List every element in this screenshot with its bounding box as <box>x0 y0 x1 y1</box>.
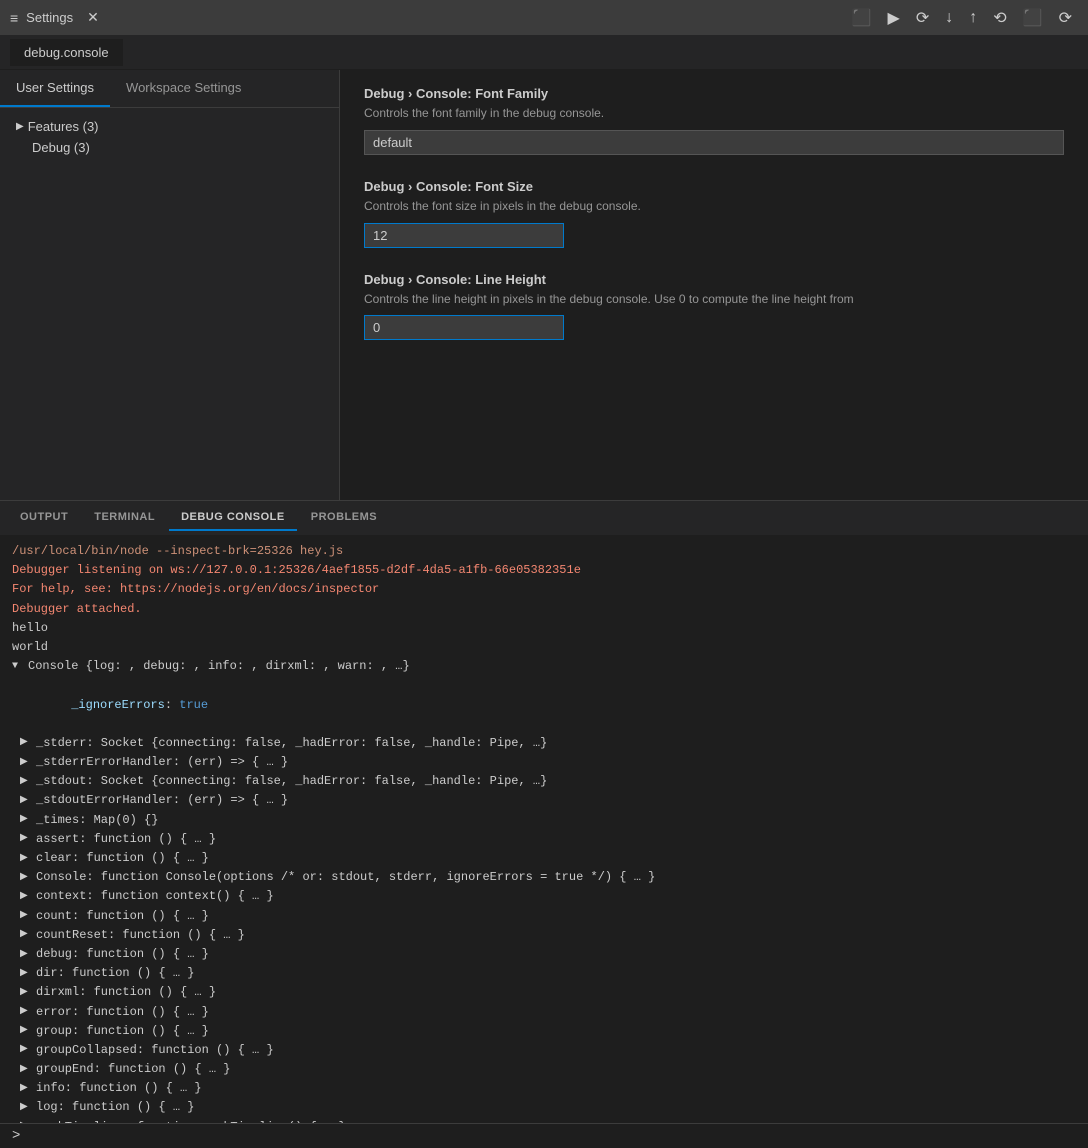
expand-icon[interactable]: ▶ <box>20 831 32 847</box>
expand-icon[interactable]: ▶ <box>20 870 32 886</box>
expand-icon[interactable]: ▶ <box>20 1100 32 1116</box>
console-line: For help, see: https://nodejs.org/en/doc… <box>12 580 1076 599</box>
bottom-tabs: OUTPUT TERMINAL DEBUG CONSOLE PROBLEMS <box>0 501 1088 536</box>
tree-features[interactable]: ▶ Features (3) <box>0 116 339 137</box>
debug-restart[interactable]: ⟲ <box>987 6 1012 30</box>
console-output: /usr/local/bin/node --inspect-brk=25326 … <box>0 536 1088 1123</box>
expand-icon[interactable]: ▶ <box>20 889 32 905</box>
console-line: ▶ log: function () { … } <box>12 1098 1076 1117</box>
expand-icon[interactable]: ▶ <box>20 755 32 771</box>
console-line: /usr/local/bin/node --inspect-brk=25326 … <box>12 542 1076 561</box>
title-text: Settings <box>26 10 73 25</box>
expand-icon[interactable]: ▶ <box>20 1023 32 1039</box>
console-line: ▶ dirxml: function () { … } <box>12 983 1076 1002</box>
console-line: ▶ info: function () { … } <box>12 1079 1076 1098</box>
console-line: ▼ Console {log: , debug: , info: , dirxm… <box>12 657 1076 676</box>
settings-sidebar: User Settings Workspace Settings ▶ Featu… <box>0 70 340 500</box>
console-line: ▶ groupCollapsed: function () { … } <box>12 1041 1076 1060</box>
console-line: ▶ _stderrErrorHandler: (err) => { … } <box>12 753 1076 772</box>
setting-font-size: Debug › Console: Font Size Controls the … <box>364 179 1064 248</box>
console-line: Debugger attached. <box>12 600 1076 619</box>
setting-font-family: Debug › Console: Font Family Controls th… <box>364 86 1064 155</box>
console-line: ▶ Console: function Console(options /* o… <box>12 868 1076 887</box>
console-line: ▶ context: function context() { … } <box>12 887 1076 906</box>
debug-stop[interactable]: ⬛ <box>1017 6 1049 30</box>
prompt-symbol: > <box>12 1128 20 1144</box>
expand-icon[interactable]: ▶ <box>20 793 32 809</box>
console-line: ▶ _times: Map(0) {} <box>12 811 1076 830</box>
expand-icon[interactable]: ▶ <box>20 1062 32 1078</box>
console-line: Debugger listening on ws://127.0.0.1:253… <box>12 561 1076 580</box>
tree-debug[interactable]: Debug (3) <box>0 137 339 158</box>
settings-tree: ▶ Features (3) Debug (3) <box>0 108 339 166</box>
menu-icon: ≡ <box>10 10 18 26</box>
tab-bar: debug.console <box>0 35 1088 70</box>
tab-workspace-settings[interactable]: Workspace Settings <box>110 70 257 107</box>
console-line: ▶ count: function () { … } <box>12 907 1076 926</box>
console-line: ▶ countReset: function () { … } <box>12 926 1076 945</box>
console-line: ▶ clear: function () { … } <box>12 849 1076 868</box>
console-line: ▶ group: function () { … } <box>12 1022 1076 1041</box>
console-line: _ignoreErrors: true <box>12 676 1076 734</box>
settings-panel: User Settings Workspace Settings ▶ Featu… <box>0 70 1088 500</box>
setting-font-family-title: Debug › Console: Font Family <box>364 86 1064 101</box>
font-size-input[interactable] <box>364 223 564 248</box>
debug-step-over[interactable]: ⬛ <box>846 6 878 30</box>
console-line: ▶ assert: function () { … } <box>12 830 1076 849</box>
console-line: world <box>12 638 1076 657</box>
setting-font-size-desc: Controls the font size in pixels in the … <box>364 198 1064 215</box>
tab-debug-console[interactable]: DEBUG CONSOLE <box>169 505 297 531</box>
font-family-input[interactable] <box>364 130 1064 155</box>
console-input[interactable] <box>26 1129 1076 1143</box>
tab-output[interactable]: OUTPUT <box>8 505 80 531</box>
expand-icon[interactable]: ▶ <box>20 774 32 790</box>
toolbar-actions: ⬛ ▶ ⟳ ↓ ↑ ⟲ ⬛ ⟳ <box>846 6 1078 30</box>
debug-step-out-up[interactable]: ↑ <box>963 6 983 30</box>
debug-step-into[interactable]: ⟳ <box>910 6 935 30</box>
settings-tabs: User Settings Workspace Settings <box>0 70 339 108</box>
console-line: hello <box>12 619 1076 638</box>
expand-icon[interactable]: ▶ <box>20 966 32 982</box>
expand-icon[interactable]: ▶ <box>20 735 32 751</box>
console-line: ▶ _stderr: Socket {connecting: false, _h… <box>12 734 1076 753</box>
expand-icon[interactable]: ▶ <box>20 1042 32 1058</box>
debug-console-tab[interactable]: debug.console <box>10 39 124 66</box>
console-line: ▶ error: function () { … } <box>12 1003 1076 1022</box>
arrow-icon: ▶ <box>16 121 24 132</box>
debug-continue[interactable]: ▶ <box>882 6 906 30</box>
console-line: ▶ dir: function () { … } <box>12 964 1076 983</box>
expand-icon[interactable]: ▶ <box>20 851 32 867</box>
debug-disconnect[interactable]: ⟳ <box>1053 6 1078 30</box>
console-prompt[interactable]: > <box>0 1123 1088 1148</box>
settings-content: Debug › Console: Font Family Controls th… <box>340 70 1088 500</box>
setting-line-height-title: Debug › Console: Line Height <box>364 272 1064 287</box>
tab-user-settings[interactable]: User Settings <box>0 70 110 107</box>
setting-font-size-title: Debug › Console: Font Size <box>364 179 1064 194</box>
console-line: ▶ _stdout: Socket {connecting: false, _h… <box>12 772 1076 791</box>
setting-line-height: Debug › Console: Line Height Controls th… <box>364 272 1064 341</box>
expand-icon[interactable]: ▶ <box>20 927 32 943</box>
console-line: ▶ _stdoutErrorHandler: (err) => { … } <box>12 791 1076 810</box>
expand-icon[interactable]: ▶ <box>20 1081 32 1097</box>
setting-line-height-desc: Controls the line height in pixels in th… <box>364 291 1064 308</box>
line-height-input[interactable] <box>364 315 564 340</box>
console-line: ▶ groupEnd: function () { … } <box>12 1060 1076 1079</box>
expand-icon[interactable]: ▶ <box>20 908 32 924</box>
tab-terminal[interactable]: TERMINAL <box>82 505 167 531</box>
expand-icon[interactable]: ▼ <box>12 659 24 675</box>
debug-step-out-down[interactable]: ↓ <box>939 6 959 30</box>
expand-icon[interactable]: ▶ <box>20 947 32 963</box>
expand-icon[interactable]: ▶ <box>20 1004 32 1020</box>
expand-icon[interactable]: ▶ <box>20 812 32 828</box>
console-line: ▶ debug: function () { … } <box>12 945 1076 964</box>
setting-font-family-desc: Controls the font family in the debug co… <box>364 105 1064 122</box>
tab-problems[interactable]: PROBLEMS <box>299 505 389 531</box>
bottom-panel: OUTPUT TERMINAL DEBUG CONSOLE PROBLEMS /… <box>0 500 1088 1148</box>
title-bar: ≡ Settings ✕ ⬛ ▶ ⟳ ↓ ↑ ⟲ ⬛ ⟳ <box>0 0 1088 35</box>
expand-icon[interactable]: ▶ <box>20 985 32 1001</box>
close-button[interactable]: ✕ <box>87 9 99 26</box>
